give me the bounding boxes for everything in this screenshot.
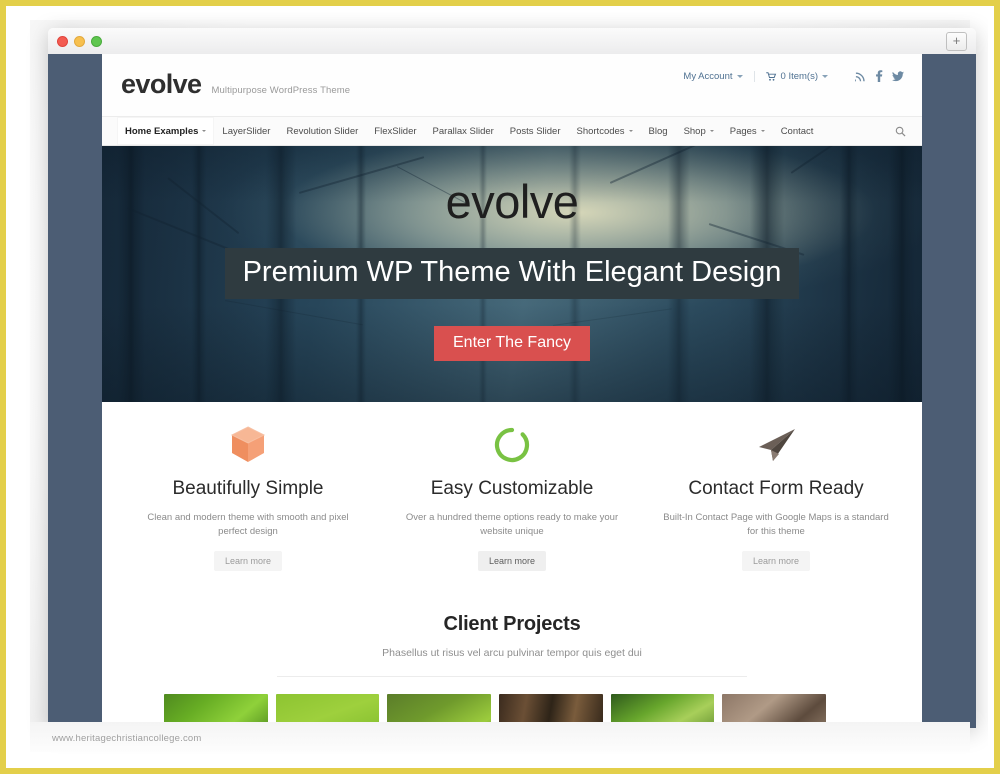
feature-card-easy-customizable: Easy Customizable Over a hundred theme o… (380, 424, 644, 572)
search-button[interactable] (895, 117, 906, 145)
close-button[interactable] (57, 36, 68, 47)
cube-icon (132, 424, 364, 466)
nav-item-pages[interactable]: Pages (722, 117, 773, 145)
feature-description: Clean and modern theme with smooth and p… (147, 511, 349, 537)
feature-card-contact-form-ready: Contact Form Ready Built-In Contact Page… (644, 424, 908, 572)
nav-item-home-examples[interactable]: Home Examples (117, 117, 215, 145)
logo-text: evolve (121, 69, 202, 99)
section-title: Client Projects (443, 613, 581, 636)
nav-item-layerslider[interactable]: LayerSlider (214, 117, 278, 145)
image-frame: + evolve Multipurpose WordPress Theme My… (0, 0, 1000, 774)
nav-label: Parallax Slider (432, 125, 494, 137)
website-canvas: evolve Multipurpose WordPress Theme My A… (102, 54, 922, 728)
feature-title: Easy Customizable (430, 478, 594, 499)
feature-title: Beautifully Simple (172, 478, 324, 499)
window-controls (57, 36, 102, 47)
hero-banner: evolve Premium WP Theme With Elegant Des… (102, 146, 922, 402)
minimize-button[interactable] (74, 36, 85, 47)
browser-window: + evolve Multipurpose WordPress Theme My… (48, 28, 976, 728)
brand[interactable]: evolve Multipurpose WordPress Theme (121, 71, 350, 98)
nav-label: LayerSlider (222, 125, 271, 137)
divider (277, 676, 747, 678)
feature-description: Built-In Contact Page with Google Maps i… (663, 511, 889, 537)
chevron-down-icon (736, 74, 743, 78)
search-icon (895, 126, 906, 137)
feature-title: Contact Form Ready (688, 478, 864, 499)
features-section: Beautifully Simple Clean and modern them… (102, 402, 922, 586)
zoom-button[interactable] (91, 36, 102, 47)
facebook-icon[interactable] (875, 70, 883, 82)
learn-more-button[interactable]: Learn more (741, 551, 811, 572)
nav-label: Posts Slider (509, 125, 561, 137)
nav-item-flexslider[interactable]: FlexSlider (366, 117, 424, 145)
browser-titlebar: + (48, 28, 976, 55)
tagline-text: Multipurpose WordPress Theme (211, 85, 351, 96)
twitter-icon[interactable] (892, 70, 904, 82)
nav-label: Revolution Slider (286, 125, 359, 137)
circle-ring-icon (396, 424, 628, 466)
cart-icon (765, 71, 776, 81)
feature-description: Over a hundred theme options ready to ma… (405, 511, 619, 537)
client-projects-section: Client Projects Phasellus ut risus vel a… (102, 585, 922, 728)
nav-label: Pages (729, 125, 757, 137)
hero-content: evolve Premium WP Theme With Elegant Des… (102, 146, 922, 402)
frame-inner: + evolve Multipurpose WordPress Theme My… (12, 12, 988, 762)
nav-label: Shop (683, 125, 706, 137)
paper-plane-icon (660, 424, 892, 466)
browser-viewport: evolve Multipurpose WordPress Theme My A… (48, 54, 976, 728)
section-subtitle: Phasellus ut risus vel arcu pulvinar tem… (382, 647, 642, 660)
nav-item-shortcodes[interactable]: Shortcodes (568, 117, 640, 145)
site-header: evolve Multipurpose WordPress Theme My A… (102, 54, 922, 116)
chevron-down-icon (760, 130, 765, 132)
chevron-down-icon (709, 130, 714, 132)
my-account-label: My Account (683, 70, 733, 82)
nav-item-shop[interactable]: Shop (676, 117, 722, 145)
chevron-down-icon (202, 130, 207, 132)
nav-item-posts-slider[interactable]: Posts Slider (502, 117, 569, 145)
nav-label: FlexSlider (374, 125, 417, 137)
nav-item-blog[interactable]: Blog (641, 117, 676, 145)
social-links (855, 70, 904, 82)
cart-label: 0 Item(s) (780, 70, 818, 82)
hero-title: evolve (445, 175, 579, 228)
hero-cta-button[interactable]: Enter The Fancy (434, 326, 590, 361)
feature-card-beautifully-simple: Beautifully Simple Clean and modern them… (116, 424, 380, 572)
chevron-down-icon (822, 74, 828, 78)
new-tab-button[interactable]: + (946, 32, 967, 51)
nav-label: Blog (648, 125, 668, 137)
watermark-text: www.heritagechristiancollege.com (52, 733, 202, 744)
chevron-down-icon (628, 130, 633, 132)
nav-item-parallax-slider[interactable]: Parallax Slider (425, 117, 502, 145)
nav-label: Contact (780, 125, 814, 137)
rss-icon[interactable] (855, 71, 866, 82)
nav-label: Home Examples (125, 125, 199, 137)
learn-more-button[interactable]: Learn more (213, 551, 283, 572)
nav-label: Shortcodes (576, 125, 625, 137)
main-navigation: Home Examples LayerSlider Revolution Sli… (102, 116, 922, 146)
utility-bar: My Account 0 Item(s) (672, 70, 904, 82)
nav-item-contact[interactable]: Contact (773, 117, 822, 145)
my-account-link[interactable]: My Account (672, 71, 753, 82)
cart-link[interactable]: 0 Item(s) (755, 71, 839, 82)
nav-item-revolution-slider[interactable]: Revolution Slider (278, 117, 366, 145)
learn-more-button[interactable]: Learn more (477, 551, 547, 572)
hero-subtitle-band: Premium WP Theme With Elegant Design (224, 248, 800, 300)
